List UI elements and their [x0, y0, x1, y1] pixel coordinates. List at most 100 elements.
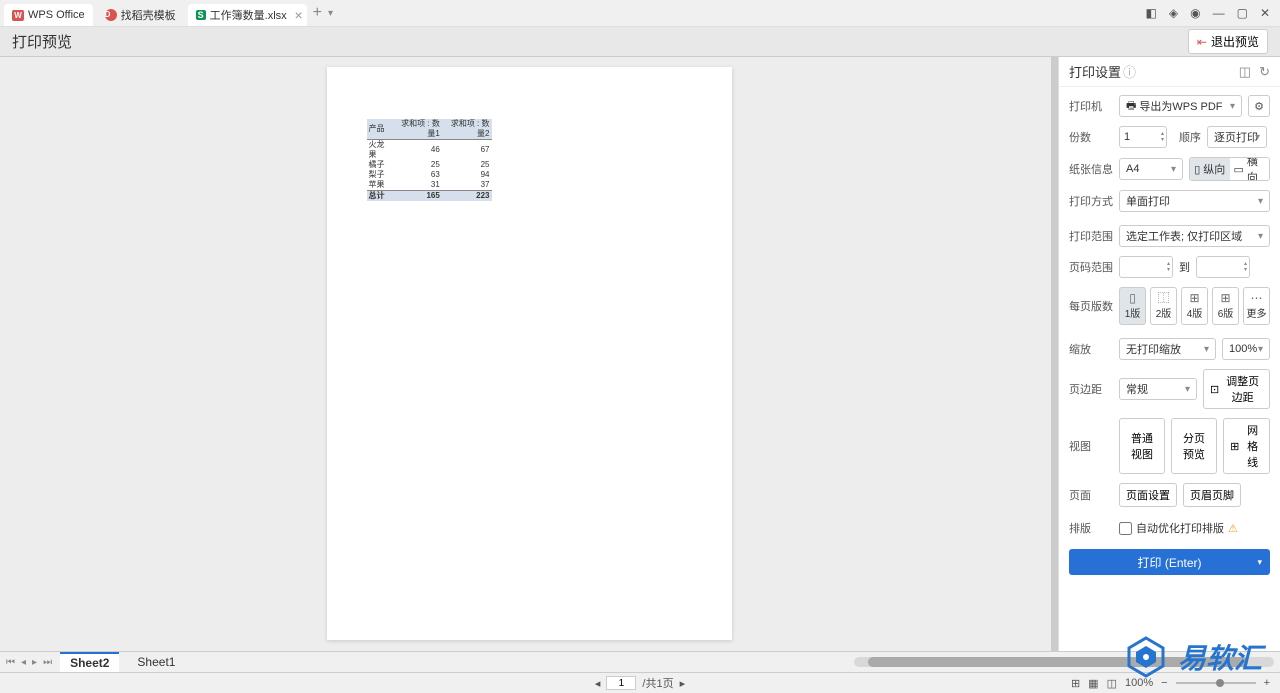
pps-6[interactable]: ⊞6版 [1212, 287, 1239, 325]
layout-label: 排版 [1069, 520, 1113, 536]
pivot-header-q2: 求和项 : 数量2 [442, 119, 492, 140]
margins-icon: ⊡ [1210, 383, 1219, 396]
order-select[interactable]: 逐页打印 [1207, 126, 1267, 148]
next-sheet-icon[interactable]: ▸ [32, 657, 37, 668]
file-tab[interactable]: S 工作簿数量.xlsx × [188, 4, 307, 26]
order-label: 顺序 [1179, 129, 1201, 145]
zoom-out-icon[interactable]: − [1161, 677, 1167, 689]
auto-layout-label: 自动优化打印排版 [1136, 520, 1224, 536]
minimize-icon[interactable]: — [1213, 6, 1225, 20]
cube-icon[interactable]: ◈ [1169, 6, 1178, 20]
close-tab-icon[interactable]: × [294, 7, 302, 23]
next-page-icon[interactable]: ▸ [680, 677, 686, 690]
pps-label: 每页版数 [1069, 298, 1113, 314]
preview-area[interactable]: 产品 求和项 : 数量1 求和项 : 数量2 火龙果4667橘子2525梨子63… [0, 57, 1058, 651]
copies-spinner[interactable]: ▴▾ [1161, 131, 1164, 143]
scale-label: 缩放 [1069, 341, 1113, 357]
pagebreak-view-button[interactable]: 分页预览 [1171, 418, 1217, 474]
toolbar: 打印预览 ⇤ 退出预览 [0, 27, 1280, 57]
titlebar: W WPS Office D 找稻壳模板 S 工作簿数量.xlsx × + ▾ … [0, 0, 1280, 27]
pps-4[interactable]: ⊞4版 [1181, 287, 1208, 325]
status-right: ⊞ ▦ ◫ 100% − + [1071, 677, 1270, 690]
table-row: 火龙果4667 [367, 140, 492, 161]
pps-6-icon: ⊞ [1220, 293, 1230, 303]
scale-select[interactable]: 无打印缩放 [1119, 338, 1216, 360]
page-preview: 产品 求和项 : 数量1 求和项 : 数量2 火龙果4667橘子2525梨子63… [327, 67, 732, 640]
gridlines-button[interactable]: ⊞ 网格线 [1223, 418, 1270, 474]
header-footer-button[interactable]: 页眉页脚 [1183, 483, 1241, 507]
landscape-icon: ▭ [1234, 163, 1244, 176]
range-label: 打印范围 [1069, 228, 1113, 244]
pivot-total-q2: 223 [442, 191, 492, 202]
view-mode-1-icon[interactable]: ⊞ [1071, 677, 1080, 690]
close-window-icon[interactable]: ✕ [1260, 6, 1270, 20]
template-tab[interactable]: D 找稻壳模板 [97, 4, 184, 26]
page-setup-button[interactable]: 页面设置 [1119, 483, 1177, 507]
file-tab-label: 工作簿数量.xlsx [210, 7, 287, 23]
view-mode-2-icon[interactable]: ▦ [1088, 677, 1098, 690]
table-row: 橘子2525 [367, 160, 492, 170]
duplex-select[interactable]: 单面打印 [1119, 190, 1270, 212]
zoom-slider[interactable] [1176, 682, 1256, 684]
main-area: 产品 求和项 : 数量1 求和项 : 数量2 火龙果4667橘子2525梨子63… [0, 57, 1280, 651]
pivot-header-q1: 求和项 : 数量1 [392, 119, 442, 140]
grid-icon: ⊞ [1230, 440, 1239, 453]
help-icon[interactable]: ⓘ [1123, 62, 1136, 81]
total-pages-label: /共1页 [642, 675, 673, 691]
print-button[interactable]: 打印 (Enter) [1069, 549, 1270, 575]
page-from-input[interactable]: ▴▾ [1119, 256, 1173, 278]
printer-select[interactable]: 🖶 导出为WPS PDF [1119, 95, 1242, 117]
tab-dropdown-icon[interactable]: ▾ [328, 8, 333, 19]
app-tab-label: WPS Office [28, 9, 85, 21]
exit-icon: ⇤ [1197, 35, 1207, 49]
current-page-input[interactable] [606, 676, 636, 690]
copies-label: 份数 [1069, 129, 1113, 145]
page-to-input[interactable]: ▴▾ [1196, 256, 1250, 278]
zoom-in-icon[interactable]: + [1264, 677, 1270, 689]
maximize-icon[interactable]: ▢ [1237, 6, 1248, 20]
last-sheet-icon[interactable]: ⏭ [43, 657, 52, 668]
page-range-to-label: 到 [1179, 259, 1190, 275]
portrait-button[interactable]: ▯ 纵向 [1190, 158, 1230, 180]
page-from-spinner[interactable]: ▴▾ [1167, 261, 1170, 273]
exit-preview-button[interactable]: ⇤ 退出预览 [1188, 29, 1268, 54]
globe-icon[interactable]: ◉ [1190, 6, 1200, 20]
pivot-header-product: 产品 [367, 119, 393, 140]
range-select[interactable]: 选定工作表; 仅打印区域 [1119, 225, 1270, 247]
table-row: 苹果3137 [367, 180, 492, 191]
scrollbar-thumb[interactable] [868, 657, 1248, 667]
adjust-margins-button[interactable]: ⊡ 调整页边距 [1203, 369, 1270, 409]
horizontal-scrollbar[interactable] [854, 657, 1274, 667]
toolbar-title: 打印预览 [12, 31, 72, 52]
copies-input[interactable]: 1 ▴▾ [1119, 126, 1167, 148]
first-sheet-icon[interactable]: ⏮ [6, 657, 15, 668]
pps-1-icon: ▯ [1129, 293, 1136, 303]
sheet-tab-1[interactable]: Sheet1 [127, 653, 185, 671]
warn-icon[interactable]: ⚠ [1228, 522, 1238, 535]
pps-4-icon: ⊞ [1189, 293, 1199, 303]
paper-select[interactable]: A4 [1119, 158, 1183, 180]
app-tab[interactable]: W WPS Office [4, 4, 93, 26]
layout-icon[interactable]: ◫ [1239, 64, 1251, 80]
scale-percent-select[interactable]: 100% [1222, 338, 1270, 360]
pps-1[interactable]: ▯1版 [1119, 287, 1146, 325]
page-to-spinner[interactable]: ▴▾ [1244, 261, 1247, 273]
sheet-tab-2[interactable]: Sheet2 [60, 652, 119, 672]
prev-page-icon[interactable]: ◂ [595, 677, 601, 690]
pivot-total-label: 总计 [367, 191, 393, 202]
view-mode-3-icon[interactable]: ◫ [1107, 677, 1117, 690]
page-range-label: 页码范围 [1069, 259, 1113, 275]
margins-select[interactable]: 常规 [1119, 378, 1197, 400]
pps-more[interactable]: ⋯更多 [1243, 287, 1270, 325]
prev-sheet-icon[interactable]: ◂ [21, 657, 26, 668]
page-label: 页面 [1069, 487, 1113, 503]
normal-view-button[interactable]: 普通视图 [1119, 418, 1165, 474]
add-tab-button[interactable]: + [313, 4, 322, 22]
landscape-button[interactable]: ▭ 横向 [1230, 158, 1270, 180]
printer-settings-button[interactable]: ⚙ [1248, 95, 1270, 117]
panel-toggle-icon[interactable]: ◧ [1146, 6, 1157, 20]
auto-layout-checkbox[interactable] [1119, 522, 1132, 535]
margins-label: 页边距 [1069, 381, 1113, 397]
refresh-icon[interactable]: ↻ [1259, 64, 1270, 80]
pps-2[interactable]: ⿰2版 [1150, 287, 1177, 325]
